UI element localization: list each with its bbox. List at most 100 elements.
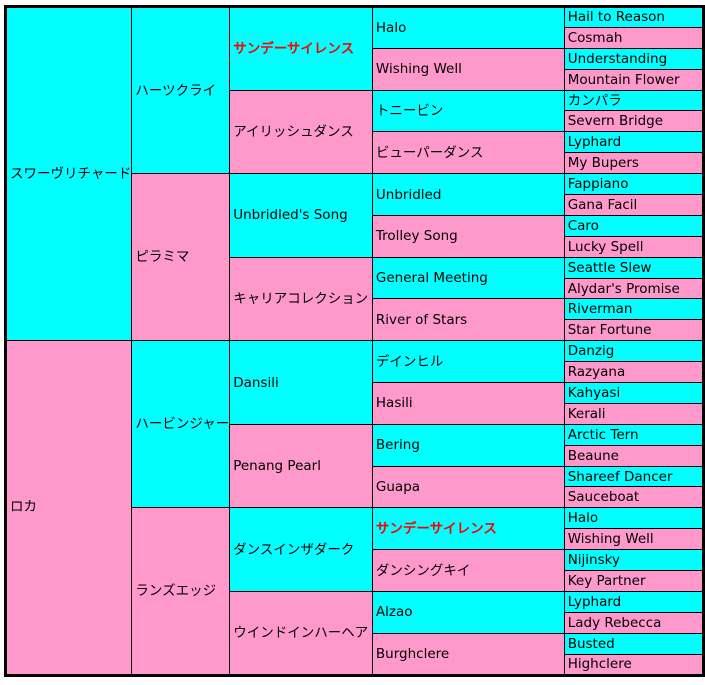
ancestor-cell-gen2-dam: ランズエッジ (131, 507, 231, 676)
ancestor-cell-gen5-dam: Severn Bridge (563, 110, 705, 133)
horse-name: Fappiano (567, 176, 629, 193)
horse-name: Unbridled's Song (233, 207, 348, 224)
horse-name: Halo (567, 510, 599, 527)
horse-name: ピラミマ (135, 249, 190, 266)
horse-name: Mountain Flower (567, 71, 680, 88)
horse-name: スワーヴリチャード (10, 166, 132, 183)
ancestor-cell-gen3-sire: サンデーサイレンス (229, 6, 373, 91)
ancestor-cell-gen4-dam: Trolley Song (371, 214, 565, 258)
ancestor-cell-gen5-dam: Alydar's Promise (563, 277, 705, 300)
horse-name: サンデーサイレンス (375, 520, 497, 537)
ancestor-cell-gen2-sire: ハービンジャー (131, 340, 231, 509)
ancestor-cell-gen3-dam: アイリッシュダンス (229, 89, 373, 175)
pedigree-row: ロカ ハービンジャー Dansili デインヒル Danzig (4, 340, 705, 676)
ancestor-cell-gen3-sire: Unbridled's Song (229, 173, 373, 258)
ancestor-cell-gen5-dam: Lucky Spell (563, 235, 705, 258)
horse-name: サンデーサイレンス (233, 40, 355, 57)
horse-name: Razyana (567, 364, 626, 381)
ancestor-cell-gen4-dam: Hasili (371, 382, 565, 425)
ancestor-cell-gen2-sire: ハーツクライ (131, 5, 231, 175)
horse-name: Danzig (567, 343, 615, 360)
horse-name: River of Stars (375, 311, 468, 328)
ancestor-cell-gen5-sire: Caro (563, 214, 705, 237)
ancestor-cell-gen5-dam: Wishing Well (563, 528, 705, 551)
horse-name: Trolley Song (375, 228, 458, 245)
pedigree-row: スワーヴリチャード ハーツクライ サンデーサイレンス Halo Hail to Reas… (4, 5, 705, 342)
pedigree-table: スワーヴリチャード ハーツクライ サンデーサイレンス Halo Hail to Reas… (4, 5, 705, 677)
horse-name: アイリッシュダンス (233, 123, 354, 140)
horse-name: Bering (375, 437, 420, 454)
horse-name: ランズエッジ (135, 582, 217, 599)
ancestor-cell-gen5-dam: Gana Facil (563, 194, 705, 216)
ancestor-cell-gen5-dam: Highclere (563, 653, 705, 676)
horse-name: Burghclere (375, 645, 450, 662)
horse-name: Seattle Slew (567, 259, 652, 276)
horse-name: Riverman (567, 301, 633, 318)
horse-name: Beaune (567, 447, 619, 464)
horse-name: デインヒル (375, 353, 444, 370)
ancestor-cell-gen3-dam: キャリアコレクション (229, 256, 373, 342)
ancestor-cell-gen5-dam: Star Fortune (563, 319, 705, 342)
ancestor-cell-gen4-dam: Guapa (371, 465, 565, 509)
horse-name: ハーツクライ (135, 82, 217, 99)
horse-name: Lyphard (567, 593, 622, 610)
horse-name: ダンスインザダーク (233, 541, 355, 558)
ancestor-cell-gen4-sire: トニービン (371, 89, 565, 133)
horse-name: Hasili (375, 395, 413, 412)
ancestor-cell-gen5-sire: カンパラ (563, 89, 705, 112)
ancestor-cell-gen4-dam: ダンシングキイ (371, 549, 565, 592)
ancestor-cell-gen5-sire: Lyphard (563, 590, 705, 613)
horse-name: Wishing Well (567, 531, 654, 548)
horse-name: Guapa (375, 478, 421, 495)
horse-name: ロカ (10, 499, 37, 516)
horse-name: Shareef Dancer (567, 468, 673, 485)
horse-name: Hail to Reason (567, 9, 665, 26)
ancestor-cell-gen5-dam: Kerali (563, 402, 705, 425)
pedigree-body: スワーヴリチャード ハーツクライ サンデーサイレンス Halo Hail to Reas… (4, 5, 705, 676)
ancestor-cell-gen5-sire: Seattle Slew (563, 256, 705, 279)
horse-name: ダンシングキイ (375, 562, 471, 579)
ancestor-cell-gen5-dam: Key Partner (563, 570, 705, 592)
horse-name: ビューパーダンス (375, 144, 484, 161)
ancestor-cell-gen5-sire: Halo (563, 507, 705, 530)
ancestor-cell-gen5-sire: Lyphard (563, 131, 705, 154)
ancestor-cell-gen5-dam: My Bupers (563, 152, 705, 175)
horse-name: Understanding (567, 50, 668, 67)
horse-name: General Meeting (375, 270, 488, 287)
ancestor-cell-gen4-sire: General Meeting (371, 256, 565, 300)
ancestor-cell-gen5-dam: Razyana (563, 361, 705, 384)
ancestor-cell-gen5-sire: Nijinsky (563, 549, 705, 572)
horse-name: Nijinsky (567, 552, 620, 569)
horse-name: Lyphard (567, 134, 622, 151)
horse-name: Lucky Spell (567, 238, 644, 255)
horse-name: Star Fortune (567, 322, 652, 339)
horse-name: Kerali (567, 405, 606, 422)
ancestor-cell-gen4-sire: Unbridled (371, 173, 565, 216)
horse-name: Dansili (233, 374, 279, 391)
horse-name: Sauceboat (567, 489, 640, 506)
horse-name: ハービンジャー (135, 416, 230, 433)
ancestor-cell-gen1-dam: ロカ (4, 340, 133, 676)
horse-name: Kahyasi (567, 384, 621, 401)
ancestor-cell-gen5-dam: Lady Rebecca (563, 611, 705, 634)
ancestor-cell-gen4-sire: Bering (371, 423, 565, 467)
ancestor-cell-gen4-sire: デインヒル (371, 340, 565, 384)
ancestor-cell-gen5-sire: Fappiano (563, 173, 705, 196)
ancestor-cell-gen5-sire: Busted (563, 632, 705, 655)
ancestor-cell-gen5-sire: Hail to Reason (563, 6, 705, 28)
ancestor-cell-gen5-sire: Danzig (563, 340, 705, 363)
horse-name: Penang Pearl (233, 458, 321, 475)
ancestor-cell-gen5-sire: Riverman (563, 298, 705, 321)
horse-name: Wishing Well (375, 61, 462, 78)
ancestor-cell-gen4-dam: Burghclere (371, 632, 565, 676)
ancestor-cell-gen4-dam: River of Stars (371, 298, 565, 342)
horse-name: Lady Rebecca (567, 614, 662, 631)
horse-name: キャリアコレクション (233, 290, 369, 307)
ancestor-cell-gen5-sire: Arctic Tern (563, 423, 705, 446)
ancestor-cell-gen3-dam: ウインドインハーヘア (229, 590, 373, 676)
ancestor-cell-gen5-dam: Mountain Flower (563, 68, 705, 91)
horse-name: Severn Bridge (567, 113, 664, 130)
ancestor-cell-gen4-sire: サンデーサイレンス (371, 507, 565, 551)
horse-name: Alydar's Promise (567, 280, 680, 297)
ancestor-cell-gen3-sire: ダンスインザダーク (229, 507, 373, 592)
